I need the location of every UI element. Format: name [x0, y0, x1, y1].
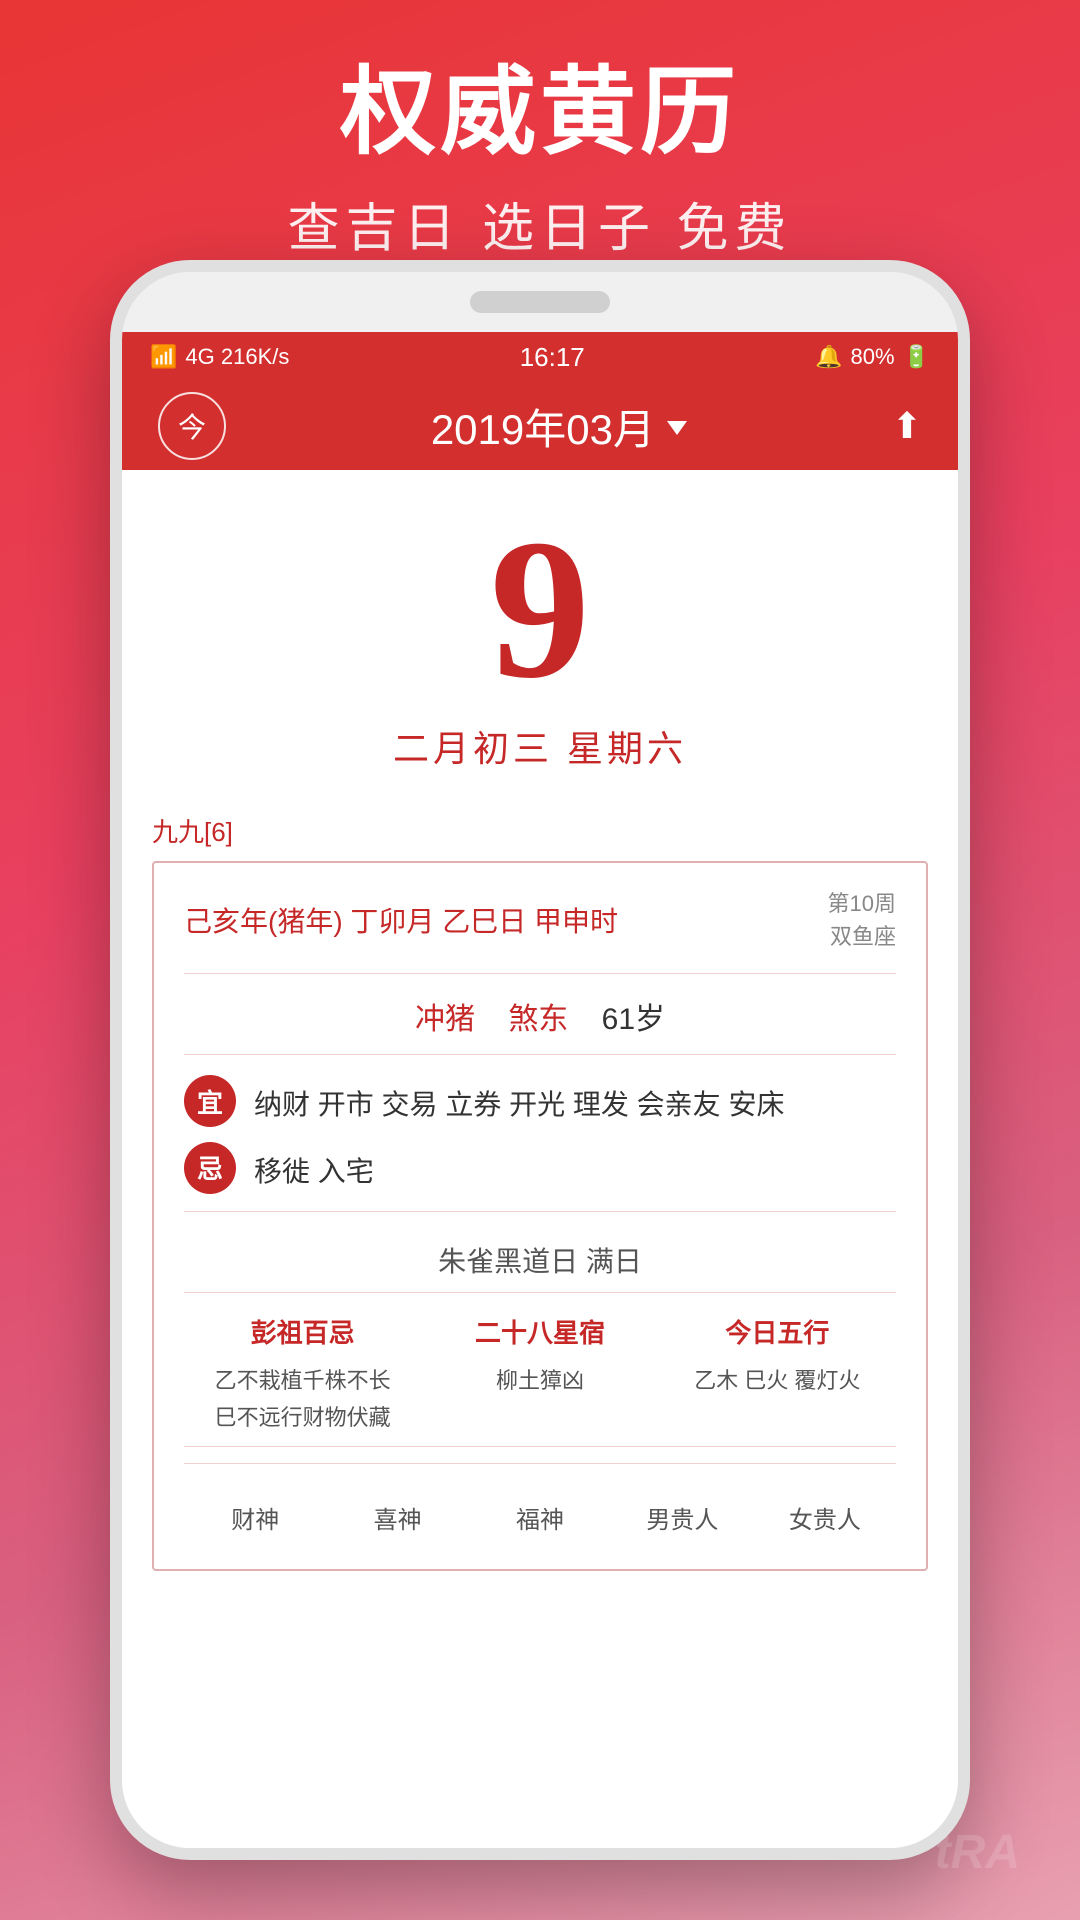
chong-label: 冲猪	[415, 1003, 475, 1036]
col-28star: 二十八星宿 柳土獐凶	[421, 1313, 658, 1437]
day-number: 9	[142, 510, 938, 710]
col-pengzu: 彭祖百忌 乙不栽植千株不长 巳不远行财物伏藏	[184, 1313, 421, 1437]
zhique-row: 朱雀黑道日 满日	[184, 1228, 896, 1293]
month-text: 2019年03月	[431, 396, 655, 457]
status-left: 📶 4G 216K/s	[150, 344, 289, 370]
five-col-item: 男贵人	[611, 1500, 753, 1535]
zhique-text: 朱雀黑道日 满日	[438, 1246, 642, 1277]
bordered-panel: 己亥年(猪年) 丁卯月 乙巳日 甲申时 第10周 双鱼座 冲猪 煞东 61岁	[152, 861, 928, 1571]
five-col-item: 财神	[184, 1500, 326, 1535]
col-wuxing-title: 今日五行	[659, 1313, 896, 1350]
col-wuxing-content: 乙木 巳火 覆灯火	[659, 1362, 896, 1399]
col-28star-title: 二十八星宿	[421, 1313, 658, 1350]
share-icon[interactable]: ⬆	[892, 405, 922, 447]
divider-2	[184, 1463, 896, 1464]
ji-row: 忌 移徙 入宅	[184, 1142, 896, 1195]
jiu-label: 九九[6]	[152, 812, 928, 849]
zodiac-text: 双鱼座	[828, 920, 896, 953]
ganzhi-row: 己亥年(猪年) 丁卯月 乙巳日 甲申时 第10周 双鱼座	[184, 887, 896, 974]
ji-badge: 忌	[184, 1142, 236, 1194]
watermark: tRA	[935, 1825, 1020, 1880]
battery-icon: 🔋	[903, 344, 930, 370]
status-right: 🔔 80% 🔋	[815, 344, 930, 370]
yi-row: 宜 纳财 开市 交易 立券 开光 理发 会亲友 安床	[184, 1075, 896, 1128]
signal-text: 4G 216K/s	[185, 344, 289, 370]
battery-text: 80%	[851, 344, 895, 370]
chong-direction: 煞东	[508, 1003, 568, 1036]
divider-1	[184, 1211, 896, 1212]
col-pengzu-title: 彭祖百忌	[184, 1313, 421, 1350]
date-display: 9 二月初三 星期六	[122, 470, 958, 792]
five-col-section: 财神喜神福神男贵人女贵人	[184, 1480, 896, 1545]
week-text: 第10周	[828, 887, 896, 920]
today-button[interactable]: 今	[158, 392, 226, 460]
promo-subtitle: 查吉日 选日子 免费	[0, 186, 1080, 261]
five-col-item: 福神	[469, 1500, 611, 1535]
ji-text: 移徙 入宅	[254, 1142, 374, 1195]
phone-top-bar	[122, 272, 958, 332]
signal-icon: 📶	[150, 344, 177, 370]
five-col-item: 女贵人	[754, 1500, 896, 1535]
speaker	[470, 291, 610, 313]
lunar-day: 二月初三 星期六	[142, 720, 938, 772]
ganzhi-text: 己亥年(猪年) 丁卯月 乙巳日 甲申时	[184, 900, 618, 940]
yi-badge: 宜	[184, 1075, 236, 1127]
today-label: 今	[178, 406, 206, 446]
promo-area: 权威黄历 查吉日 选日子 免费	[0, 0, 1080, 301]
info-panel: 九九[6] 己亥年(猪年) 丁卯月 乙巳日 甲申时 第10周 双鱼座 冲猪 煞东	[152, 812, 928, 1571]
month-selector[interactable]: 2019年03月	[431, 396, 687, 457]
status-bar: 📶 4G 216K/s 16:17 🔔 80% 🔋	[122, 332, 958, 382]
three-col-section: 彭祖百忌 乙不栽植千株不长 巳不远行财物伏藏 二十八星宿 柳土獐凶 今日五行 乙…	[184, 1293, 896, 1448]
week-zodiac: 第10周 双鱼座	[828, 887, 896, 953]
main-content: 9 二月初三 星期六 九九[6] 己亥年(猪年) 丁卯月 乙巳日 甲申时 第10…	[122, 470, 958, 1848]
five-col-item: 喜神	[326, 1500, 468, 1535]
promo-title: 权威黄历	[0, 60, 1080, 166]
col-28star-content: 柳土獐凶	[421, 1362, 658, 1399]
col-wuxing: 今日五行 乙木 巳火 覆灯火	[659, 1313, 896, 1437]
dropdown-arrow-icon	[667, 421, 687, 435]
app-header: 今 2019年03月 ⬆	[122, 382, 958, 470]
phone-mockup: 📶 4G 216K/s 16:17 🔔 80% 🔋 今 2019年03月 ⬆ 9…	[110, 260, 970, 1860]
status-time: 16:17	[520, 342, 585, 373]
chong-row: 冲猪 煞东 61岁	[184, 994, 896, 1055]
col-pengzu-content: 乙不栽植千株不长 巳不远行财物伏藏	[184, 1362, 421, 1437]
alarm-icon: 🔔	[815, 344, 842, 370]
yi-text: 纳财 开市 交易 立券 开光 理发 会亲友 安床	[254, 1075, 784, 1128]
chong-age: 61岁	[602, 1003, 665, 1036]
